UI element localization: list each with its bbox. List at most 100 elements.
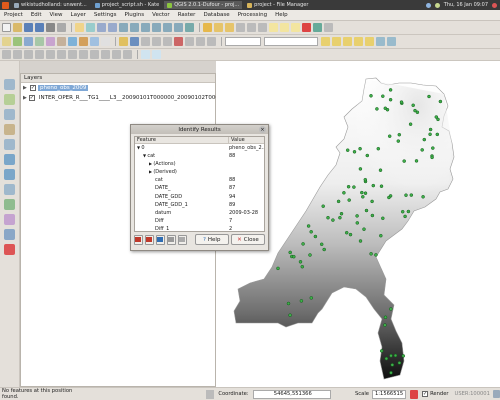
stop-render-icon[interactable]: [410, 389, 419, 399]
add-part-icon[interactable]: [57, 50, 66, 59]
observation-point[interactable]: [393, 353, 398, 358]
observation-point[interactable]: [369, 252, 373, 256]
observation-point[interactable]: [431, 146, 435, 150]
scale-combo[interactable]: 1:1566515: [371, 389, 407, 399]
observation-point[interactable]: [401, 354, 406, 358]
observation-point[interactable]: [308, 253, 312, 257]
dialog-titlebar[interactable]: Identify Results ×: [131, 125, 268, 134]
pin-label-icon[interactable]: [332, 37, 341, 46]
observation-point[interactable]: [388, 88, 393, 92]
save-edits-icon[interactable]: [130, 37, 139, 46]
identify-row[interactable]: DATE_GDD 94: [135, 193, 264, 201]
observation-point[interactable]: [402, 159, 406, 163]
text-annotation-icon[interactable]: [302, 23, 311, 32]
menu-view[interactable]: View: [45, 12, 66, 18]
observation-point[interactable]: [309, 230, 313, 234]
observation-point[interactable]: [389, 307, 393, 311]
undo-icon[interactable]: [2, 50, 11, 59]
battery-icon[interactable]: [434, 2, 440, 8]
observation-point[interactable]: [374, 253, 378, 257]
observation-point[interactable]: [397, 132, 402, 137]
coordinate-field[interactable]: 54645,551366: [252, 389, 331, 399]
observation-point[interactable]: [430, 155, 434, 160]
copy-icon[interactable]: [166, 234, 176, 245]
coordinate-toggle-icon[interactable]: [206, 389, 215, 399]
observation-point[interactable]: [389, 353, 393, 358]
vector-tool-icon[interactable]: [4, 79, 15, 90]
observation-point[interactable]: [399, 100, 404, 104]
identify-row[interactable]: cat 88: [135, 176, 264, 184]
paste-features-icon[interactable]: [207, 37, 216, 46]
observation-point[interactable]: [352, 185, 356, 189]
layer-name[interactable]: pheno_obs_2009: [38, 85, 89, 91]
observation-point[interactable]: [345, 148, 350, 152]
gps-tool-icon[interactable]: [4, 229, 15, 240]
menu-database[interactable]: Database: [199, 12, 233, 18]
split-features-icon[interactable]: [112, 50, 121, 59]
menu-processing[interactable]: Processing: [234, 12, 271, 18]
observation-point[interactable]: [414, 159, 419, 163]
db-tool-icon[interactable]: [4, 184, 15, 195]
attribute-table-icon[interactable]: [236, 23, 245, 32]
observation-point[interactable]: [381, 94, 385, 98]
observation-point[interactable]: [413, 108, 417, 113]
observation-point[interactable]: [376, 146, 381, 151]
layer-visibility-checkbox[interactable]: ✓: [30, 85, 36, 91]
help-button[interactable]: ? Help: [194, 234, 229, 245]
observation-point[interactable]: [288, 313, 292, 317]
observation-point[interactable]: [348, 232, 353, 237]
observation-point[interactable]: [364, 208, 369, 213]
observation-point[interactable]: [381, 216, 385, 221]
reshape-icon[interactable]: [90, 50, 99, 59]
zoom-last-icon[interactable]: [163, 23, 172, 32]
menu-help[interactable]: Help: [271, 12, 292, 18]
observation-point[interactable]: [389, 371, 393, 375]
save-project-icon[interactable]: [24, 23, 33, 32]
delimited-text-icon[interactable]: [4, 214, 15, 225]
copy-features-icon[interactable]: [196, 37, 205, 46]
delete-ring-icon[interactable]: [79, 50, 88, 59]
identify-tree[interactable]: Feature Value ▼ 0 pheno_obs_2... ▼ cat 88 ▶ …: [134, 136, 265, 232]
zoom-full-icon[interactable]: [130, 23, 139, 32]
add-vector-icon[interactable]: [2, 37, 11, 46]
observation-point[interactable]: [411, 103, 415, 108]
deselect-icon[interactable]: [225, 23, 234, 32]
close-icon[interactable]: ×: [259, 126, 266, 133]
observation-point[interactable]: [436, 117, 440, 122]
refresh-icon[interactable]: [185, 23, 194, 32]
zoom-in-icon[interactable]: [97, 23, 106, 32]
identify-row[interactable]: DATE_GDD_1 89: [135, 201, 264, 209]
show-bookmarks-icon[interactable]: [291, 23, 300, 32]
zoom-out-icon[interactable]: [108, 23, 117, 32]
observation-point[interactable]: [421, 195, 425, 199]
observation-point[interactable]: [331, 218, 335, 222]
pan-icon[interactable]: [75, 23, 84, 32]
identify-row[interactable]: Diff 7: [135, 217, 264, 225]
layer-combo[interactable]: [225, 37, 261, 46]
observation-point[interactable]: [385, 107, 390, 112]
observation-point[interactable]: [427, 94, 431, 99]
observation-point[interactable]: [371, 183, 376, 188]
pan-to-selection-icon[interactable]: [86, 23, 95, 32]
network-icon[interactable]: [425, 2, 431, 8]
identify-row[interactable]: DATE_ 87: [135, 184, 264, 192]
simplify-icon[interactable]: [35, 50, 44, 59]
expand-new-icon[interactable]: [155, 234, 165, 245]
print-composer-icon[interactable]: [46, 23, 55, 32]
observation-point[interactable]: [390, 363, 395, 367]
menu-layer[interactable]: Layer: [67, 12, 90, 18]
observation-point[interactable]: [321, 204, 325, 208]
observation-point[interactable]: [363, 177, 368, 182]
add-mssql-icon[interactable]: [46, 37, 55, 46]
merge-features-icon[interactable]: [123, 50, 132, 59]
observation-point[interactable]: [355, 221, 360, 225]
observation-point[interactable]: [396, 139, 401, 143]
observation-point[interactable]: [383, 323, 387, 327]
observation-point[interactable]: [408, 122, 413, 126]
expand-arrow-icon[interactable]: ▶: [23, 95, 27, 101]
add-feature-icon[interactable]: [141, 37, 150, 46]
python-console-icon[interactable]: [376, 37, 385, 46]
print-icon[interactable]: [177, 234, 187, 245]
move-feature-icon[interactable]: [152, 37, 161, 46]
oracle-tool-icon[interactable]: [4, 244, 15, 255]
